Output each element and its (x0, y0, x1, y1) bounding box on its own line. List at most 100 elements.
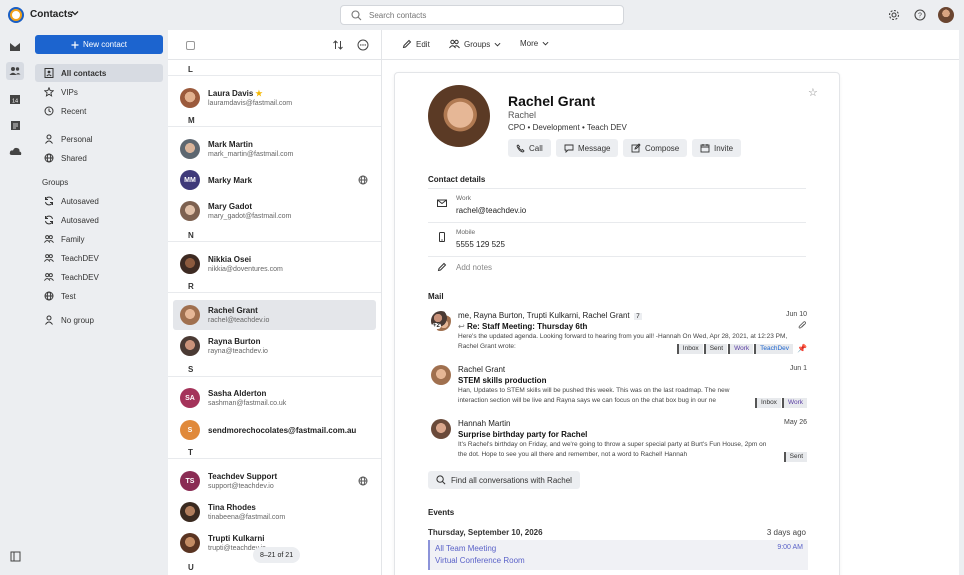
shared-globe-icon (358, 476, 368, 486)
search-input[interactable] (369, 10, 609, 21)
app-logo-icon[interactable] (8, 7, 24, 23)
email-label: Work (456, 195, 472, 202)
contact-avatar (180, 254, 200, 274)
contact-row-marky-mark[interactable]: MM Marky Mark (173, 165, 376, 195)
sidebar-group-family[interactable]: Family (35, 230, 163, 248)
sidebar-item-vips[interactable]: VIPs (35, 83, 163, 101)
mail-app-icon[interactable] (6, 38, 24, 56)
tag-inbox: Inbox (676, 344, 703, 354)
edit-button[interactable]: Edit (402, 39, 430, 49)
letter-heading: N (188, 231, 194, 240)
favorite-star-icon[interactable]: ☆ (808, 86, 818, 99)
sidebar-item-shared[interactable]: Shared (35, 149, 163, 167)
sidebar-item-label: Shared (61, 153, 87, 163)
sort-icon[interactable] (332, 39, 344, 51)
contact-detail-pane: Edit Groups More Rachel Grant Rachel CPO… (382, 30, 959, 575)
letter-heading: M (188, 116, 195, 125)
group-icon (44, 272, 54, 282)
contact-row-rayna-burton[interactable]: Rayna Burton rayna@teachdev.io (173, 331, 376, 361)
find-all-label: Find all conversations with Rachel (451, 475, 572, 485)
contact-name: Rachel Grant (208, 306, 258, 315)
phone-value[interactable]: 5555 129 525 (456, 240, 505, 249)
contact-row-nikkia-osei[interactable]: Nikkia Osei nikkia@doventures.com (173, 249, 376, 279)
contact-row-laura-davis[interactable]: Laura Davis ★ lauramdavis@fastmail.com (173, 83, 376, 113)
letter-heading: U (188, 563, 194, 572)
contact-row-rachel-grant[interactable]: Rachel Grant rachel@teachdev.io (173, 300, 376, 330)
contact-row-sasha-alderton[interactable]: SA Sasha Alderton sashman@fastmail.co.uk (173, 383, 376, 413)
calendar-app-icon[interactable]: 14 (6, 90, 24, 108)
svg-text:14: 14 (12, 98, 18, 104)
sidebar-item-label: No group (61, 315, 94, 325)
detail-toolbar: Edit Groups More (382, 30, 959, 60)
app-switcher-chevron-icon[interactable] (71, 9, 79, 17)
sidebar-item-no-group[interactable]: No group (35, 311, 163, 329)
sidebar-item-recent[interactable]: Recent (35, 102, 163, 120)
sidebar-group-teachdev-2[interactable]: TeachDEV (35, 268, 163, 286)
compose-button[interactable]: Compose (623, 139, 688, 157)
event-location: Virtual Conference Room (435, 556, 525, 565)
app-title[interactable]: Contacts (30, 9, 73, 20)
person-icon (44, 134, 54, 144)
contact-row-mark-martin[interactable]: Mark Martin mark_martin@fastmail.com (173, 134, 376, 164)
email-value[interactable]: rachel@teachdev.io (456, 206, 526, 215)
phone-label: Mobile (456, 229, 476, 236)
contact-name: Laura Davis ★ (208, 89, 263, 98)
add-notes-field[interactable]: Add notes (456, 263, 492, 272)
contact-avatar (180, 88, 200, 108)
new-contact-button[interactable]: New contact (35, 35, 163, 54)
event-card[interactable]: All Team Meeting 9:00 AM Virtual Confere… (428, 540, 808, 570)
sidebar-group-test[interactable]: Test (35, 287, 163, 305)
select-all-checkbox[interactable] (186, 41, 195, 50)
mail-thread[interactable]: Hannah Martin May 26 Surprise birthday p… (431, 419, 807, 465)
sidebar-item-all-contacts[interactable]: All contacts (35, 64, 163, 82)
contact-avatar (180, 201, 200, 221)
tag-inbox: Inbox (755, 398, 781, 408)
tag-sent: Sent (783, 452, 807, 462)
contact-avatar: MM (180, 170, 200, 190)
find-all-conversations-button[interactable]: Find all conversations with Rachel (428, 471, 580, 489)
list-toolbar (168, 30, 381, 60)
mail-thread[interactable]: Rachel Grant Jun 1 STEM skills productio… (431, 365, 807, 411)
contact-row-tina-rhodes[interactable]: Tina Rhodes tinabeena@fastmail.com (173, 497, 376, 527)
sidebar-group-teachdev[interactable]: TeachDEV (35, 249, 163, 267)
mail-preview: Han, Updates to STEM skills will be push… (458, 387, 730, 404)
sidebar-item-label: Autosaved (61, 215, 99, 225)
contact-avatar: S (180, 420, 200, 440)
mail-thread[interactable]: +2 me, Rayna Burton, Trupti Kulkarni, Ra… (431, 311, 807, 357)
letter-heading: S (188, 365, 194, 374)
contacts-app-icon[interactable] (6, 62, 24, 80)
contact-row-sendmorechocolates[interactable]: S sendmorechocolates@fastmail.com.au (173, 415, 376, 445)
message-button[interactable]: Message (556, 139, 619, 157)
settings-gear-icon[interactable] (888, 9, 900, 21)
search-box[interactable] (340, 5, 624, 25)
more-label: More (520, 39, 539, 48)
sidebar-item-personal[interactable]: Personal (35, 130, 163, 148)
contact-name: Marky Mark (208, 176, 253, 185)
groups-dropdown[interactable]: Groups (449, 39, 501, 49)
more-dropdown[interactable]: More (520, 39, 549, 48)
files-cloud-icon[interactable] (6, 142, 24, 160)
more-options-icon[interactable] (357, 39, 369, 51)
envelope-icon (437, 198, 447, 208)
pagination-indicator: 8–21 of 21 (253, 547, 301, 563)
contact-email: tinabeena@fastmail.com (208, 514, 286, 521)
help-icon[interactable]: ? (914, 9, 926, 21)
collapse-sidebar-icon[interactable] (6, 547, 24, 565)
contact-row-teachdev-support[interactable]: TS Teachdev Support support@teachdev.io (173, 466, 376, 496)
plus-icon (71, 41, 79, 49)
contacts-book-icon (44, 68, 54, 78)
thread-count: 7 (634, 313, 642, 320)
letter-heading: L (188, 65, 193, 74)
contact-job-title: CPO • Development • Teach DEV (508, 123, 627, 132)
letter-heading: R (188, 282, 194, 291)
sidebar-group-autosaved[interactable]: Autosaved (35, 192, 163, 210)
user-avatar[interactable] (938, 7, 954, 23)
mail-heading: Mail (428, 292, 444, 301)
invite-button[interactable]: Invite (692, 139, 742, 157)
search-icon (436, 475, 446, 485)
notes-app-icon[interactable] (6, 116, 24, 134)
contact-row-mary-gadot[interactable]: Mary Gadot mary_gadot@fastmail.com (173, 196, 376, 226)
sidebar-group-autosaved-2[interactable]: Autosaved (35, 211, 163, 229)
call-button[interactable]: Call (508, 139, 551, 157)
mail-subject: STEM skills production (458, 376, 547, 385)
